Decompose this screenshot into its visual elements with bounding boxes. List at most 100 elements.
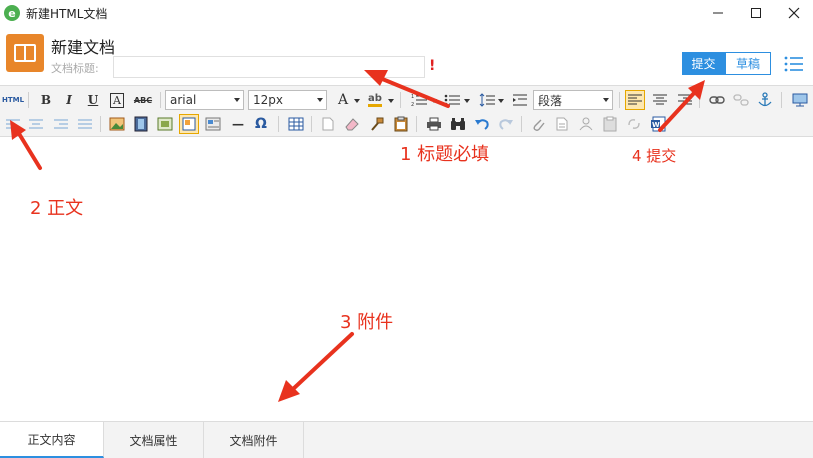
underline-button[interactable]: U xyxy=(83,90,103,110)
insert-document-button[interactable] xyxy=(552,114,572,134)
tab-document-attachments[interactable]: 文档附件 xyxy=(204,422,304,458)
bold-button[interactable]: B xyxy=(36,90,56,110)
annotation-submit: 4 提交 xyxy=(632,147,677,165)
ordered-list-button[interactable]: 12 xyxy=(409,90,429,110)
html-source-button[interactable]: HTML xyxy=(2,90,24,110)
insert-flash-button[interactable] xyxy=(155,114,175,134)
justify-center-button[interactable] xyxy=(26,114,46,134)
attach-file-button[interactable] xyxy=(528,114,548,134)
font-size-select[interactable]: 12px xyxy=(248,90,327,110)
insert-code-button[interactable] xyxy=(624,114,644,134)
unlink-button[interactable] xyxy=(731,90,751,110)
svg-text:2: 2 xyxy=(411,102,414,107)
minimize-button[interactable] xyxy=(699,0,737,26)
insert-template-button[interactable] xyxy=(203,114,223,134)
draft-button[interactable]: 草稿 xyxy=(725,52,771,75)
document-heading: 新建文档 xyxy=(51,38,116,57)
line-height-icon xyxy=(479,93,495,107)
chevron-down-icon xyxy=(431,99,437,103)
annotation-body: 2 正文 xyxy=(30,198,84,219)
menu-button[interactable] xyxy=(783,54,805,74)
insert-video-button[interactable] xyxy=(131,114,151,134)
font-border-button[interactable]: A xyxy=(107,90,127,110)
svg-text:W: W xyxy=(652,121,660,129)
toolbar-divider xyxy=(400,92,401,108)
bottom-tab-bar: 正文内容 文档属性 文档附件 xyxy=(0,421,813,458)
insert-user-button[interactable] xyxy=(576,114,596,134)
tab-body-content[interactable]: 正文内容 xyxy=(0,422,104,458)
editor-body[interactable] xyxy=(0,138,813,421)
list-menu-icon xyxy=(784,56,803,72)
justify-right-button[interactable] xyxy=(51,114,71,134)
undo-button[interactable] xyxy=(472,114,492,134)
redo-button[interactable] xyxy=(496,114,516,134)
anchor-button[interactable] xyxy=(755,90,775,110)
chevron-down-icon xyxy=(317,98,323,102)
document-header: 新建文档 文档标题: ! 提交 草稿 xyxy=(0,26,813,84)
toolbar-divider xyxy=(781,92,782,108)
binoculars-icon xyxy=(451,118,465,130)
unlink-icon xyxy=(733,94,749,106)
frame-icon xyxy=(182,117,196,131)
toolbar-divider xyxy=(311,116,312,132)
eraser-button[interactable] xyxy=(342,114,362,134)
insert-frame-button[interactable] xyxy=(179,114,199,134)
book-icon xyxy=(6,34,44,72)
justify-left-button[interactable] xyxy=(3,114,23,134)
justify-full-button[interactable] xyxy=(75,114,95,134)
horizontal-rule-button[interactable]: — xyxy=(228,114,248,134)
window-title: 新建HTML文档 xyxy=(26,6,108,21)
align-right-icon xyxy=(678,94,692,105)
media-icon xyxy=(157,117,173,131)
line-spacing-button[interactable] xyxy=(477,90,497,110)
font-size-adjust-button[interactable]: A xyxy=(333,90,353,110)
close-icon xyxy=(788,7,800,19)
chevron-down-icon xyxy=(498,99,504,103)
tab-document-properties[interactable]: 文档属性 xyxy=(104,422,204,458)
clipboard-icon xyxy=(394,116,408,132)
justify-right-icon xyxy=(54,119,68,129)
editor-toolbar: HTML B I U A ABC arial 12px A ab 12 段落 —… xyxy=(0,85,813,137)
unordered-list-button[interactable] xyxy=(442,90,462,110)
paste-text-button[interactable] xyxy=(391,114,411,134)
highlight-button[interactable]: ab xyxy=(364,90,386,110)
film-icon xyxy=(134,116,148,132)
toolbar-divider xyxy=(619,92,620,108)
strikethrough-button[interactable]: ABC xyxy=(131,90,155,110)
font-family-select[interactable]: arial xyxy=(165,90,244,110)
format-painter-button[interactable] xyxy=(367,114,387,134)
special-character-button[interactable]: Ω xyxy=(251,114,271,134)
submit-button[interactable]: 提交 xyxy=(682,52,725,75)
indent-button[interactable] xyxy=(510,90,530,110)
align-right-button[interactable] xyxy=(675,90,695,110)
italic-button[interactable]: I xyxy=(59,90,79,110)
annotation-attachment: 3 附件 xyxy=(340,312,394,333)
template-icon xyxy=(205,117,221,131)
toolbar-divider xyxy=(160,92,161,108)
action-button-group: 提交 草稿 xyxy=(682,52,771,75)
word-import-button[interactable]: W xyxy=(648,114,668,134)
close-button[interactable] xyxy=(775,0,813,26)
title-input[interactable] xyxy=(113,56,425,78)
insert-image-button[interactable] xyxy=(107,114,127,134)
chevron-down-icon xyxy=(388,99,394,103)
clipboard-gray-icon xyxy=(603,116,617,132)
align-left-button[interactable] xyxy=(625,90,645,110)
font-border-icon: A xyxy=(110,92,124,108)
justify-center-icon xyxy=(29,119,43,129)
insert-table-button[interactable] xyxy=(286,114,306,134)
toolbar-divider xyxy=(699,92,700,108)
new-page-button[interactable] xyxy=(318,114,338,134)
required-mark: ! xyxy=(429,58,436,74)
paste-word-button[interactable] xyxy=(600,114,620,134)
print-button[interactable] xyxy=(424,114,444,134)
fullscreen-button[interactable] xyxy=(790,90,810,110)
find-button[interactable] xyxy=(448,114,468,134)
title-label: 文档标题: xyxy=(51,62,99,75)
paragraph-format-select[interactable]: 段落 xyxy=(533,90,613,110)
toolbar-divider xyxy=(416,116,417,132)
align-center-button[interactable] xyxy=(650,90,670,110)
brush-icon xyxy=(371,117,384,131)
insert-link-button[interactable] xyxy=(707,90,727,110)
maximize-button[interactable] xyxy=(737,0,775,26)
